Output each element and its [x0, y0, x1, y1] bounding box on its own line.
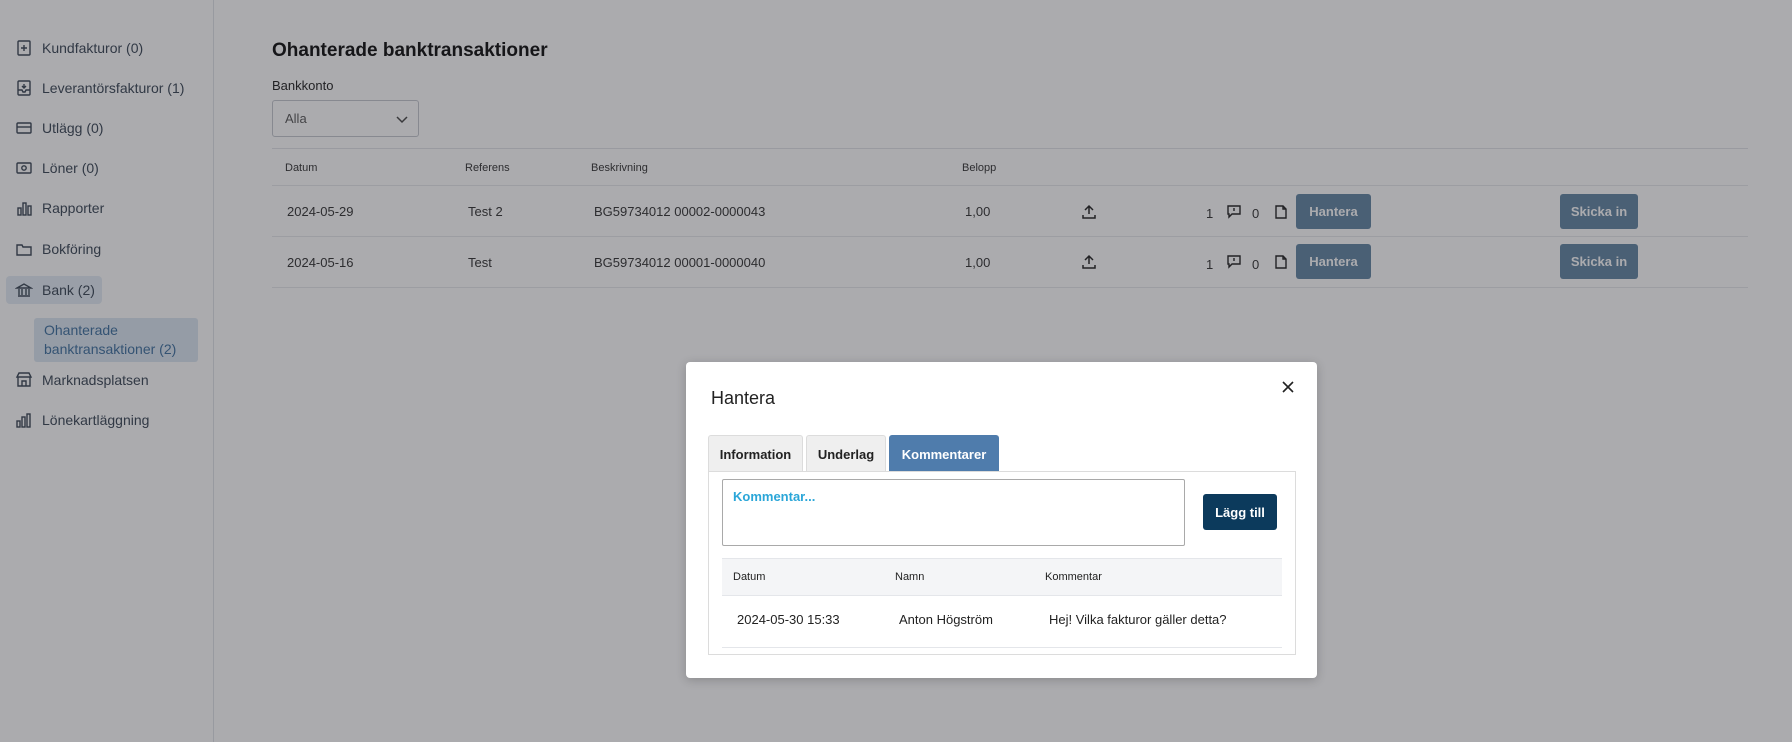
close-icon[interactable]	[1281, 380, 1297, 396]
column-header-kommentar: Kommentar	[1045, 571, 1102, 583]
column-header-namn: Namn	[895, 571, 925, 583]
hantera-modal: Hantera Information Underlag Kommentarer…	[686, 362, 1317, 678]
comment-input[interactable]: Kommentar...	[722, 479, 1185, 546]
row-divider	[722, 647, 1282, 648]
tab-information[interactable]: Information	[708, 435, 803, 472]
comments-table-header: Datum Namn Kommentar	[722, 558, 1282, 596]
comment-datum: 2024-05-30 15:33	[737, 612, 840, 627]
tab-underlag[interactable]: Underlag	[806, 435, 886, 472]
modal-title: Hantera	[711, 388, 776, 408]
comment-text: Hej! Vilka fakturor gäller detta?	[1049, 612, 1227, 627]
add-comment-button[interactable]: Lägg till	[1203, 494, 1277, 530]
kommentarer-panel: Kommentar... Lägg till Datum Namn Kommen…	[708, 471, 1296, 655]
tab-kommentarer[interactable]: Kommentarer	[889, 435, 999, 472]
comment-namn: Anton Högström	[899, 612, 993, 627]
column-header-datum: Datum	[733, 571, 766, 583]
